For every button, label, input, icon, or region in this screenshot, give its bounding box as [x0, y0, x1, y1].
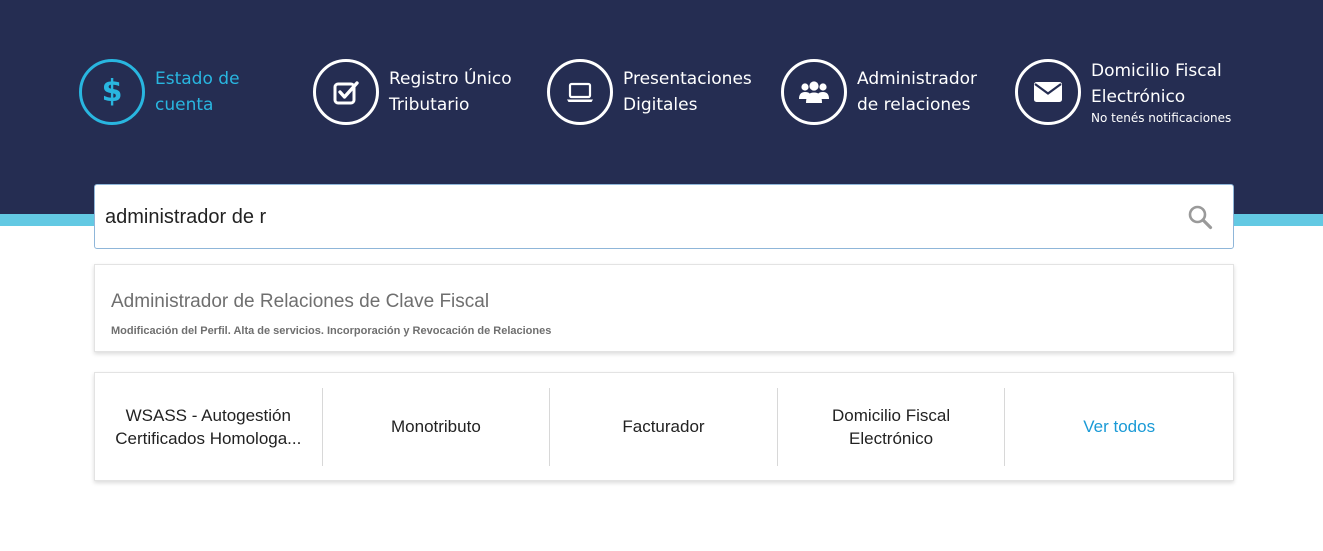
envelope-icon — [1015, 59, 1081, 125]
view-all-link[interactable]: Ver todos — [1005, 388, 1233, 466]
nav-item-label: Domicilio Fiscal Electrónico — [1091, 61, 1222, 107]
suggestion-description: Modificación del Perfil. Alta de servici… — [111, 325, 552, 337]
nav-item-administrador-de-relaciones[interactable]: Administrador de relaciones — [781, 58, 1007, 126]
nav-item-label: Administrador de relaciones — [857, 69, 978, 115]
search-input[interactable] — [105, 197, 1165, 237]
search-suggestion[interactable]: Administrador de Relaciones de Clave Fis… — [94, 264, 1234, 352]
nav-item-label: Registro Único Tributario — [389, 69, 512, 115]
nav-item-label: Estado de cuenta — [155, 69, 240, 115]
quick-link-monotributo[interactable]: Monotributo — [323, 387, 551, 466]
quick-links-bar: WSASS - Autogestión Certificados Homolog… — [94, 372, 1234, 481]
nav-item-registro-unico-tributario[interactable]: Registro Único Tributario — [313, 58, 539, 126]
notification-status: No tenés notificaciones — [1091, 111, 1232, 125]
dollar-icon: $ — [79, 59, 145, 125]
nav-item-presentaciones-digitales[interactable]: Presentaciones Digitales — [547, 58, 773, 126]
quick-link-facturador[interactable]: Facturador — [550, 387, 778, 466]
nav-item-domicilio-fiscal-electronico[interactable]: Domicilio Fiscal Electrónico No tenés no… — [1015, 58, 1241, 126]
checkbox-icon — [313, 59, 379, 125]
nav-item-label: Presentaciones Digitales — [623, 69, 752, 115]
quick-link-domicilio-fiscal[interactable]: Domicilio Fiscal Electrónico — [778, 387, 1006, 466]
suggestion-title: Administrador de Relaciones de Clave Fis… — [111, 291, 490, 312]
nav-item-estado-de-cuenta[interactable]: $ Estado de cuenta — [79, 58, 305, 126]
laptop-icon — [547, 59, 613, 125]
users-icon — [781, 59, 847, 125]
search-box — [94, 184, 1234, 249]
search-icon[interactable] — [1187, 204, 1213, 230]
quick-link-wsass[interactable]: WSASS - Autogestión Certificados Homolog… — [95, 387, 323, 466]
